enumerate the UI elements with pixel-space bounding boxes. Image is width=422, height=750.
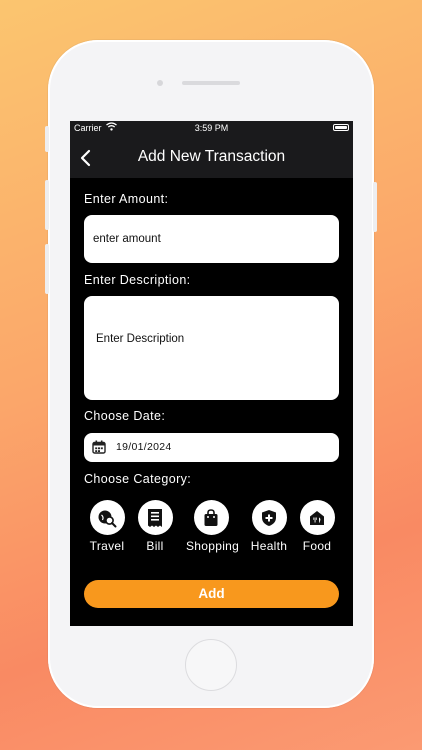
bill-icon (137, 500, 173, 535)
add-button[interactable]: Add (84, 580, 339, 608)
category-name: Food (302, 539, 332, 553)
category-name: Travel (89, 539, 125, 553)
category-health[interactable]: Health (244, 500, 294, 553)
travel-search-icon (89, 500, 125, 535)
amount-label: Enter Amount: (84, 192, 169, 206)
volume-up-button (45, 180, 49, 230)
description-input[interactable]: Enter Description (84, 296, 339, 400)
nav-bar: Add New Transaction (70, 137, 353, 178)
home-button[interactable] (185, 639, 237, 691)
power-button (373, 182, 377, 232)
app-screen: Carrier 3:59 PM Add New Transaction Ente… (70, 121, 353, 626)
category-label: Choose Category: (84, 472, 192, 486)
category-bill[interactable]: Bill (130, 500, 180, 553)
description-label: Enter Description: (84, 273, 191, 287)
health-shield-icon (251, 500, 287, 535)
shopping-bag-icon (193, 500, 229, 535)
front-camera (157, 80, 163, 86)
page-title: Add New Transaction (137, 148, 286, 165)
category-travel[interactable]: Travel (82, 500, 132, 553)
date-label: Choose Date: (84, 409, 166, 423)
battery-icon (333, 124, 349, 131)
category-name: Shopping (186, 539, 240, 553)
amount-input[interactable]: enter amount (84, 215, 339, 263)
food-icon (299, 500, 335, 535)
earpiece-speaker (182, 81, 240, 85)
category-shopping[interactable]: Shopping (186, 500, 240, 553)
date-picker[interactable]: 19/01/2024 (84, 433, 339, 462)
calendar-icon (92, 440, 106, 457)
date-value: 19/01/2024 (116, 441, 172, 453)
status-time: 3:59 PM (194, 123, 229, 133)
category-name: Health (250, 539, 288, 553)
category-name: Bill (146, 539, 164, 553)
status-bar: Carrier 3:59 PM (70, 121, 353, 137)
category-food[interactable]: Food (292, 500, 342, 553)
mute-switch (45, 126, 49, 152)
volume-down-button (45, 244, 49, 294)
